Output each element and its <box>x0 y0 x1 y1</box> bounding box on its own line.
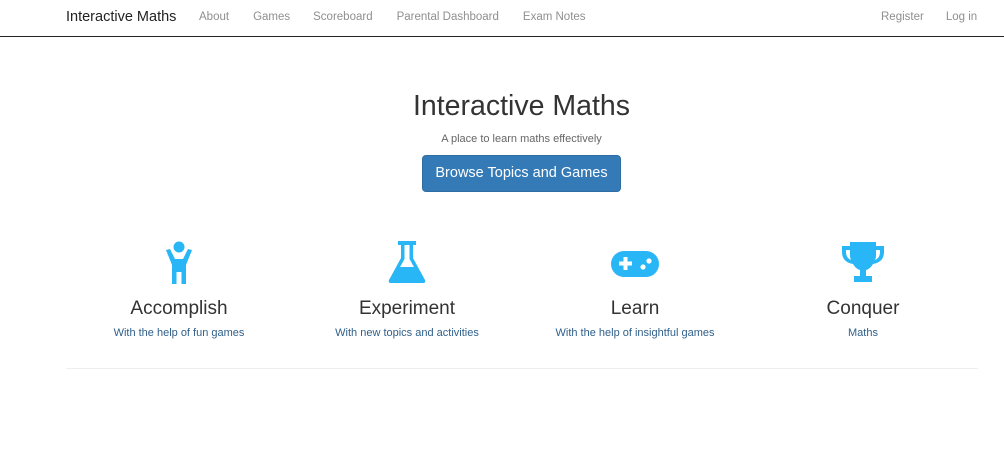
hero-title: Interactive Maths <box>412 90 630 122</box>
gamepad-icon <box>611 251 659 277</box>
feature-description: Maths <box>848 327 878 339</box>
trophy-icon <box>842 242 884 282</box>
nav-left-links: About Games Scoreboard Parental Dashboar… <box>199 11 586 23</box>
feature-learn: Learn With the help of insightful games <box>505 238 765 339</box>
feature-conquer: Conquer Maths <box>733 238 993 339</box>
feature-title: Accomplish <box>130 298 228 319</box>
feature-title: Learn <box>610 298 660 319</box>
feature-description: With the help of fun games <box>113 327 245 339</box>
nav-link-register[interactable]: Register <box>881 11 924 23</box>
browse-topics-button[interactable]: Browse Topics and Games <box>422 155 621 192</box>
nav-right-links: Register Log in <box>881 11 977 23</box>
flask-icon <box>388 241 426 283</box>
feature-title: Experiment <box>358 298 456 319</box>
feature-experiment: Experiment With new topics and activitie… <box>277 238 537 339</box>
nav-link-exam-notes[interactable]: Exam Notes <box>523 11 586 23</box>
feature-accomplish: Accomplish With the help of fun games <box>49 238 309 339</box>
nav-link-scoreboard[interactable]: Scoreboard <box>313 11 372 23</box>
nav-link-login[interactable]: Log in <box>946 11 977 23</box>
section-divider <box>66 368 978 369</box>
nav-link-parental-dashboard[interactable]: Parental Dashboard <box>397 11 499 23</box>
nav-link-games[interactable]: Games <box>253 11 290 23</box>
brand-link[interactable]: Interactive Maths <box>66 9 176 25</box>
feature-title: Conquer <box>826 298 900 319</box>
person-icon <box>166 241 192 284</box>
top-navbar: Interactive Maths About Games Scoreboard… <box>0 0 1004 37</box>
nav-link-about[interactable]: About <box>199 11 229 23</box>
hero-subtitle: A place to learn maths effectively <box>441 133 602 145</box>
feature-description: With the help of insightful games <box>555 327 715 339</box>
feature-description: With new topics and activities <box>335 327 479 339</box>
